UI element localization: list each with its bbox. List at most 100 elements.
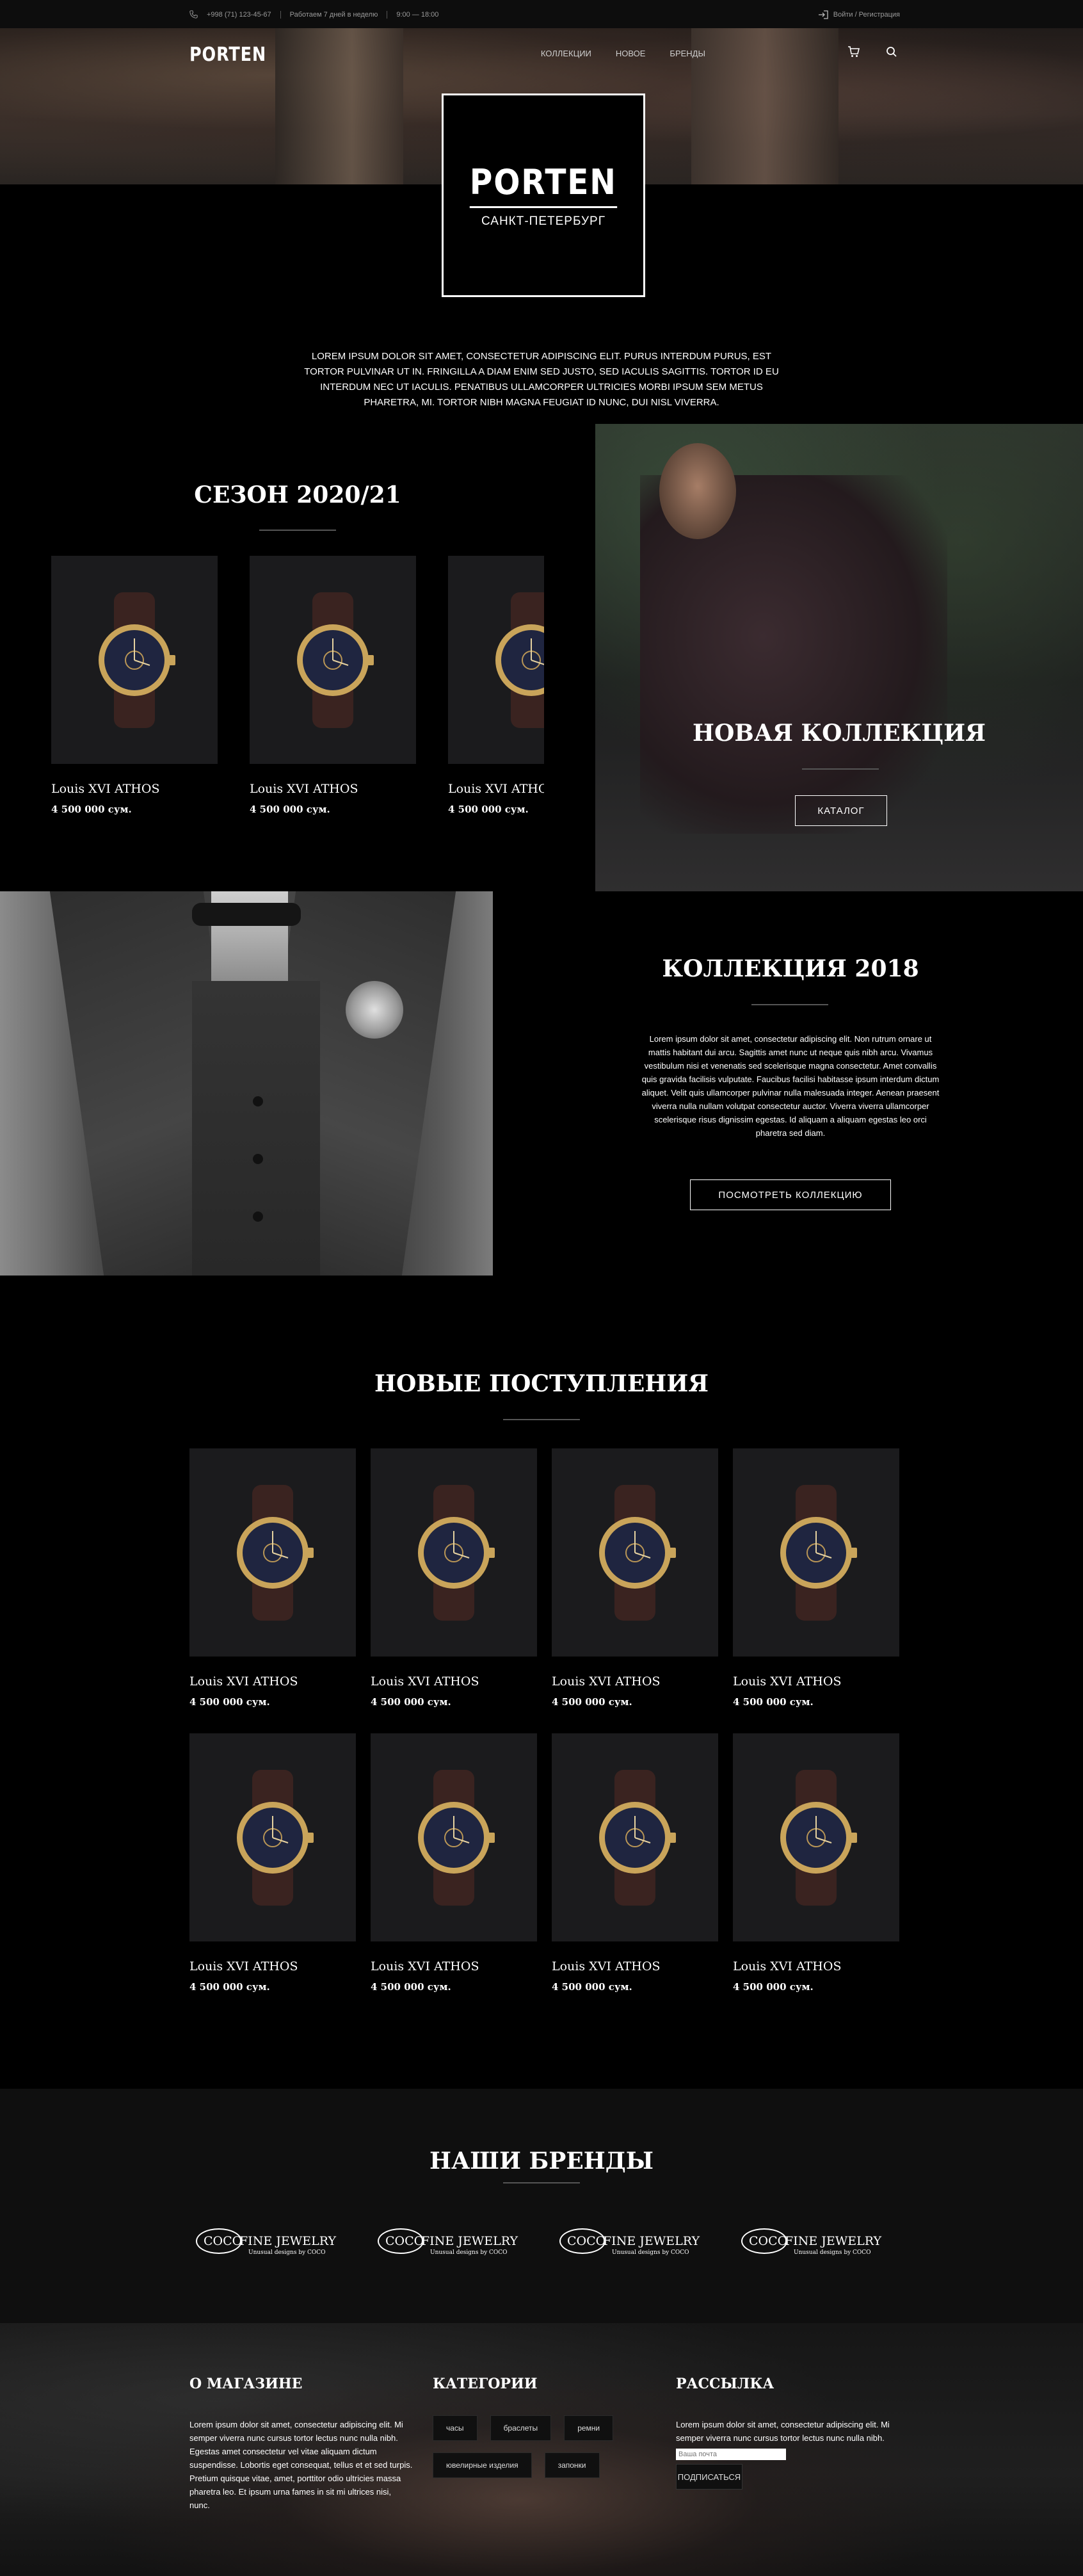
brand-logo[interactable]: COCO FINE JEWELRY Unusual designs by COC… xyxy=(553,2223,707,2256)
brand-logo-mark: COCO xyxy=(204,2234,243,2248)
collection-2018-text: Lorem ipsum dolor sit amet, consectetur … xyxy=(641,1034,940,1138)
product-image[interactable] xyxy=(250,556,416,764)
brands-title: НАШИ БРЕНДЫ xyxy=(429,2148,654,2175)
product-price: 4 500 000 сум. xyxy=(51,804,132,815)
photo-detail xyxy=(192,981,320,1276)
product-name[interactable]: Louis XVI ATHOS xyxy=(371,1674,537,1689)
footer-about: О МАГАЗИНЕ Lorem ipsum dolor sit amet, c… xyxy=(189,2376,413,2512)
brands-section: НАШИ БРЕНДЫ COCO FINE JEWELRY Unusual de… xyxy=(0,2089,1083,2323)
nav-item-new[interactable]: НОВОЕ xyxy=(616,49,646,58)
product-name[interactable]: Louis XVI ATHOS xyxy=(250,782,416,796)
category-chip-watches[interactable]: часы xyxy=(433,2415,477,2441)
category-chip-belts[interactable]: ремни xyxy=(564,2415,614,2441)
photo-detail xyxy=(253,1211,263,1222)
catalog-button[interactable]: КАТАЛОГ xyxy=(795,795,887,826)
product-price: 4 500 000 сум. xyxy=(733,1696,814,1708)
newsletter-email-input[interactable] xyxy=(676,2449,786,2460)
nav-item-brands[interactable]: БРЕНДЫ xyxy=(670,49,705,58)
cart-icon[interactable] xyxy=(847,46,860,58)
intro-text: LOREM IPSUM DOLOR SIT AMET, CONSECTETUR … xyxy=(304,351,779,408)
product-image[interactable] xyxy=(552,1448,718,1657)
title-underline xyxy=(503,1419,580,1420)
product-name[interactable]: Louis XVI ATHOS xyxy=(371,1959,537,1973)
auth-link[interactable]: Войти / Регистрация xyxy=(818,10,900,19)
header-logo[interactable]: PORTEN xyxy=(189,44,266,66)
product-card[interactable]: Louis XVI ATHOS 4 500 000 сум. xyxy=(371,1448,537,1708)
footer-newsletter: РАССЫЛКА Lorem ipsum dolor sit amet, con… xyxy=(676,2376,900,2490)
product-name[interactable]: Louis XVI ATHOS xyxy=(189,1959,356,1973)
product-card[interactable]: Louis XVI ATHOS 4 500 000 сум. xyxy=(552,1733,718,1993)
new-arrivals-title: НОВЫЕ ПОСТУПЛЕНИЯ xyxy=(374,1370,709,1397)
watch-image xyxy=(495,592,544,728)
product-card[interactable]: Louis XVI ATHOS 4 500 000 сум. xyxy=(552,1448,718,1708)
product-image[interactable] xyxy=(371,1448,537,1657)
top-bar: +998 (71) 123-45-67 Работаем 7 дней в не… xyxy=(0,0,1083,28)
title-underline xyxy=(259,530,336,531)
brand-name: FINE JEWELRY xyxy=(785,2234,881,2248)
collection-2018-photo xyxy=(0,891,493,1276)
season-carousel[interactable]: Louis XVI ATHOS 4 500 000 сум. Louis XVI… xyxy=(51,556,544,831)
search-icon[interactable] xyxy=(886,46,897,58)
watch-image xyxy=(780,1769,857,1906)
product-price: 4 500 000 сум. xyxy=(250,804,330,815)
product-card[interactable]: Louis XVI ATHOS 4 500 000 сум. xyxy=(51,556,218,815)
category-chip-jewelry[interactable]: ювелирные изделия xyxy=(433,2452,532,2478)
product-price: 4 500 000 сум. xyxy=(552,1981,632,1993)
product-image[interactable] xyxy=(189,1733,356,1941)
watch-image xyxy=(418,1484,495,1621)
season-title: СЕЗОН 2020/21 xyxy=(194,482,401,508)
product-card[interactable]: Louis XVI ATHOS 4 500 000 сум. xyxy=(733,1448,899,1708)
phone-icon xyxy=(189,10,198,19)
product-name[interactable]: Louis XVI ATHOS xyxy=(733,1674,899,1689)
product-image[interactable] xyxy=(733,1448,899,1657)
brand-logo[interactable]: COCO FINE JEWELRY Unusual designs by COC… xyxy=(371,2223,525,2256)
product-image[interactable] xyxy=(51,556,218,764)
product-card[interactable]: Louis XVI ATHOS 4 500 000 сум. xyxy=(371,1733,537,1993)
brand-tagline: Unusual designs by COCO xyxy=(430,2249,508,2256)
title-underline xyxy=(802,768,879,770)
product-card[interactable]: Louis XVI ATHOS 4 500 000 сум. xyxy=(189,1733,356,1993)
brand-logo-mark: COCO xyxy=(385,2234,424,2248)
brand-tagline: Unusual designs by COCO xyxy=(794,2249,871,2256)
auth-link-label[interactable]: Войти / Регистрация xyxy=(833,11,900,19)
product-image[interactable] xyxy=(448,556,544,764)
collection-photo-detail xyxy=(659,443,736,539)
product-name[interactable]: Louis XVI ATHOS xyxy=(552,1674,718,1689)
product-image[interactable] xyxy=(552,1733,718,1941)
product-image[interactable] xyxy=(733,1733,899,1941)
category-chip-bracelets[interactable]: браслеты xyxy=(490,2415,552,2441)
nav-item-collections[interactable]: КОЛЛЕКЦИИ xyxy=(541,49,591,58)
brand-logo[interactable]: COCO FINE JEWELRY Unusual designs by COC… xyxy=(735,2223,888,2256)
product-image[interactable] xyxy=(189,1448,356,1657)
brand-logo[interactable]: COCO FINE JEWELRY Unusual designs by COC… xyxy=(189,2223,343,2256)
brand-logo-mark: COCO xyxy=(567,2234,606,2248)
photo-detail xyxy=(253,1096,263,1106)
product-card[interactable]: Louis XVI ATHOS 4 500 000 сум. xyxy=(250,556,416,815)
brand-tagline: Unusual designs by COCO xyxy=(248,2249,326,2256)
product-name[interactable]: Louis XVI ATHOS xyxy=(552,1959,718,1973)
brand-name: FINE JEWELRY xyxy=(603,2234,700,2248)
product-image[interactable] xyxy=(371,1733,537,1941)
photo-detail xyxy=(346,981,403,1039)
footer-newsletter-text: Lorem ipsum dolor sit amet, consectetur … xyxy=(676,2420,890,2443)
brand-name: FINE JEWELRY xyxy=(421,2234,518,2248)
login-icon xyxy=(818,10,828,19)
subscribe-button[interactable]: ПОДПИСАТЬСЯ xyxy=(676,2464,742,2490)
divider xyxy=(280,10,281,19)
product-card[interactable]: Louis XVI ATHOS 4 500 000 сум. xyxy=(189,1448,356,1708)
navbar: PORTEN КОЛЛЕКЦИИ НОВОЕ БРЕНДЫ xyxy=(0,28,1083,79)
main-nav: КОЛЛЕКЦИИ НОВОЕ БРЕНДЫ xyxy=(541,49,705,58)
category-chip-cufflinks[interactable]: запонки xyxy=(544,2452,600,2478)
product-name[interactable]: Louis XVI ATHOS xyxy=(448,782,544,796)
watch-image xyxy=(237,1484,314,1621)
product-price: 4 500 000 сум. xyxy=(371,1981,451,1993)
product-name[interactable]: Louis XVI ATHOS xyxy=(189,1674,356,1689)
product-name[interactable]: Louis XVI ATHOS xyxy=(51,782,218,796)
product-card[interactable]: Louis XVI ATHOS 4 500 000 сум. xyxy=(448,556,544,815)
phone-number[interactable]: +998 (71) 123-45-67 xyxy=(207,11,271,19)
view-collection-button[interactable]: ПОСМОТРЕТЬ КОЛЛЕКЦИЮ xyxy=(690,1179,891,1210)
footer: О МАГАЗИНЕ Lorem ipsum dolor sit amet, c… xyxy=(0,2323,1083,2576)
product-name[interactable]: Louis XVI ATHOS xyxy=(733,1959,899,1973)
watch-image xyxy=(780,1484,857,1621)
product-card[interactable]: Louis XVI ATHOS 4 500 000 сум. xyxy=(733,1733,899,1993)
